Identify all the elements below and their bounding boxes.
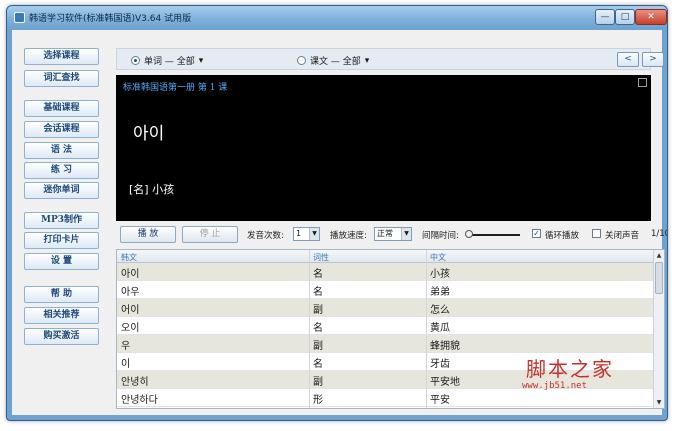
korean-cell: 우 [121, 341, 131, 352]
pos-cell: 形 [313, 395, 323, 406]
korean-cell: 어이 [121, 305, 140, 316]
chevron-down-icon[interactable]: ▾ [365, 56, 370, 66]
prev-button[interactable]: < [617, 52, 639, 67]
playback-controls: 播 放 停 止 发音次数: 1 ▼ 播放速度: 正常 ▼ 间隔时间: ✓ 循环播… [116, 226, 667, 244]
korean-cell: 오이 [121, 323, 140, 334]
column-header-korean[interactable]: 韩文 [121, 252, 137, 263]
chinese-cell: 平安地 [430, 377, 460, 388]
word-radio[interactable] [131, 56, 140, 65]
pos-cell: 名 [313, 323, 323, 334]
current-word: 아이 [133, 124, 165, 144]
scroll-thumb[interactable] [655, 262, 663, 294]
play-button[interactable]: 播 放 [120, 226, 176, 243]
loop-checkbox[interactable]: ✓ [532, 229, 541, 238]
speed-value: 正常 [377, 229, 393, 238]
table-row[interactable]: 아우 名 弟弟 [117, 281, 655, 299]
pos-cell: 副 [313, 305, 323, 316]
column-divider [426, 250, 427, 408]
repeat-value: 1 [296, 229, 302, 238]
pos-cell: 名 [313, 269, 323, 280]
mute-label: 关闭声音 [605, 231, 640, 241]
repeat-select[interactable]: 1 ▼ [293, 227, 320, 241]
settings-button[interactable]: 设 置 [24, 253, 99, 270]
chinese-cell: 牙齿 [430, 359, 450, 370]
watermark-brand: 脚本之家 [526, 357, 614, 381]
scroll-down-icon[interactable]: ▼ [654, 397, 664, 408]
title-bar[interactable]: 韩语学习软件(标准韩国语)V3.64 试用版 — □ ✕ [7, 6, 667, 29]
chinese-cell: 蜂拥貌 [430, 341, 460, 352]
korean-cell: 안녕하다 [121, 395, 158, 406]
word-mode-label: 单词 — 全部 [144, 57, 195, 67]
interval-label: 间隔时间: [422, 231, 459, 241]
repeat-label: 发音次数: [247, 231, 284, 241]
chinese-cell: 弟弟 [430, 287, 450, 298]
fullscreen-icon[interactable] [638, 78, 647, 87]
pos-cell: 名 [313, 359, 323, 370]
korean-cell: 안녕히 [121, 377, 149, 388]
table-row[interactable]: 아이 名 小孩 [117, 263, 655, 281]
mp3-make-button[interactable]: MP3制作 [24, 212, 99, 229]
print-cards-button[interactable]: 打印卡片 [24, 232, 99, 249]
column-header-pos[interactable]: 词性 [313, 252, 329, 263]
speed-label: 播放速度: [330, 231, 367, 241]
minimize-button[interactable]: — [595, 9, 615, 25]
korean-cell: 아우 [121, 287, 140, 298]
select-course-button[interactable]: 选择课程 [24, 48, 99, 65]
page-indicator: 1/10 [651, 229, 667, 239]
column-divider [309, 250, 310, 408]
stop-button[interactable]: 停 止 [182, 226, 238, 243]
app-icon [14, 12, 25, 23]
interval-slider[interactable] [468, 234, 520, 236]
watermark-url: www.jb51.net [522, 381, 588, 391]
mute-checkbox[interactable] [592, 229, 601, 238]
chinese-cell: 小孩 [430, 269, 450, 280]
text-mode-option[interactable]: 课文 — 全部 ▾ [297, 54, 369, 67]
korean-cell: 이 [121, 359, 131, 370]
text-radio[interactable] [297, 56, 306, 65]
pos-cell: 副 [313, 341, 323, 352]
mini-words-button[interactable]: 迷你单词 [24, 182, 99, 199]
table-row[interactable]: 어이 副 怎么 [117, 299, 655, 317]
table-row[interactable]: 우 副 蜂拥貌 [117, 335, 655, 353]
recommend-button[interactable]: 相关推荐 [24, 307, 99, 324]
vocabulary-search-button[interactable]: 词汇查找 [24, 70, 99, 87]
table-row[interactable]: 오이 名 黄瓜 [117, 317, 655, 335]
help-button[interactable]: 帮 助 [24, 286, 99, 303]
korean-cell: 아이 [121, 269, 140, 280]
maximize-button[interactable]: □ [615, 9, 635, 25]
table-scrollbar[interactable]: ▲ ▼ [653, 250, 664, 408]
mode-bar: 单词 — 全部 ▾ 课文 — 全部 ▾ < > [116, 48, 664, 70]
close-button[interactable]: ✕ [635, 9, 667, 25]
pos-cell: 名 [313, 287, 323, 298]
window-title: 韩语学习软件(标准韩国语)V3.64 试用版 [29, 14, 192, 24]
next-button[interactable]: > [642, 52, 664, 67]
chevron-down-icon[interactable]: ▼ [401, 228, 411, 240]
grammar-button[interactable]: 语 法 [24, 142, 99, 159]
chevron-down-icon[interactable]: ▾ [199, 56, 204, 66]
chinese-cell: 平安 [430, 395, 450, 406]
table-header: 韩文 词性 中文 [117, 250, 655, 263]
word-mode-option[interactable]: 单词 — 全部 ▾ [131, 54, 203, 67]
chinese-cell: 黄瓜 [430, 323, 450, 334]
table-row[interactable]: 안녕하다 形 平安 [117, 389, 655, 407]
text-mode-label: 课文 — 全部 [310, 57, 361, 67]
interval-slider-thumb[interactable] [465, 230, 473, 238]
conversation-course-button[interactable]: 会话课程 [24, 121, 99, 138]
current-meaning: [名] 小孩 [129, 183, 175, 196]
practice-button[interactable]: 练 习 [24, 162, 99, 179]
speed-select[interactable]: 正常 ▼ [374, 227, 412, 241]
buy-activate-button[interactable]: 购买激活 [24, 328, 99, 345]
chevron-down-icon[interactable]: ▼ [309, 228, 319, 240]
basic-course-button[interactable]: 基础课程 [24, 100, 99, 117]
chinese-cell: 怎么 [430, 305, 450, 316]
word-display: 标准韩国语第一册 第 1 课 아이 [名] 小孩 [116, 75, 651, 221]
scroll-up-icon[interactable]: ▲ [654, 250, 664, 261]
loop-label: 循环播放 [545, 231, 580, 241]
pos-cell: 副 [313, 377, 323, 388]
column-header-chinese[interactable]: 中文 [430, 252, 446, 263]
lesson-heading: 标准韩国语第一册 第 1 课 [123, 83, 228, 93]
